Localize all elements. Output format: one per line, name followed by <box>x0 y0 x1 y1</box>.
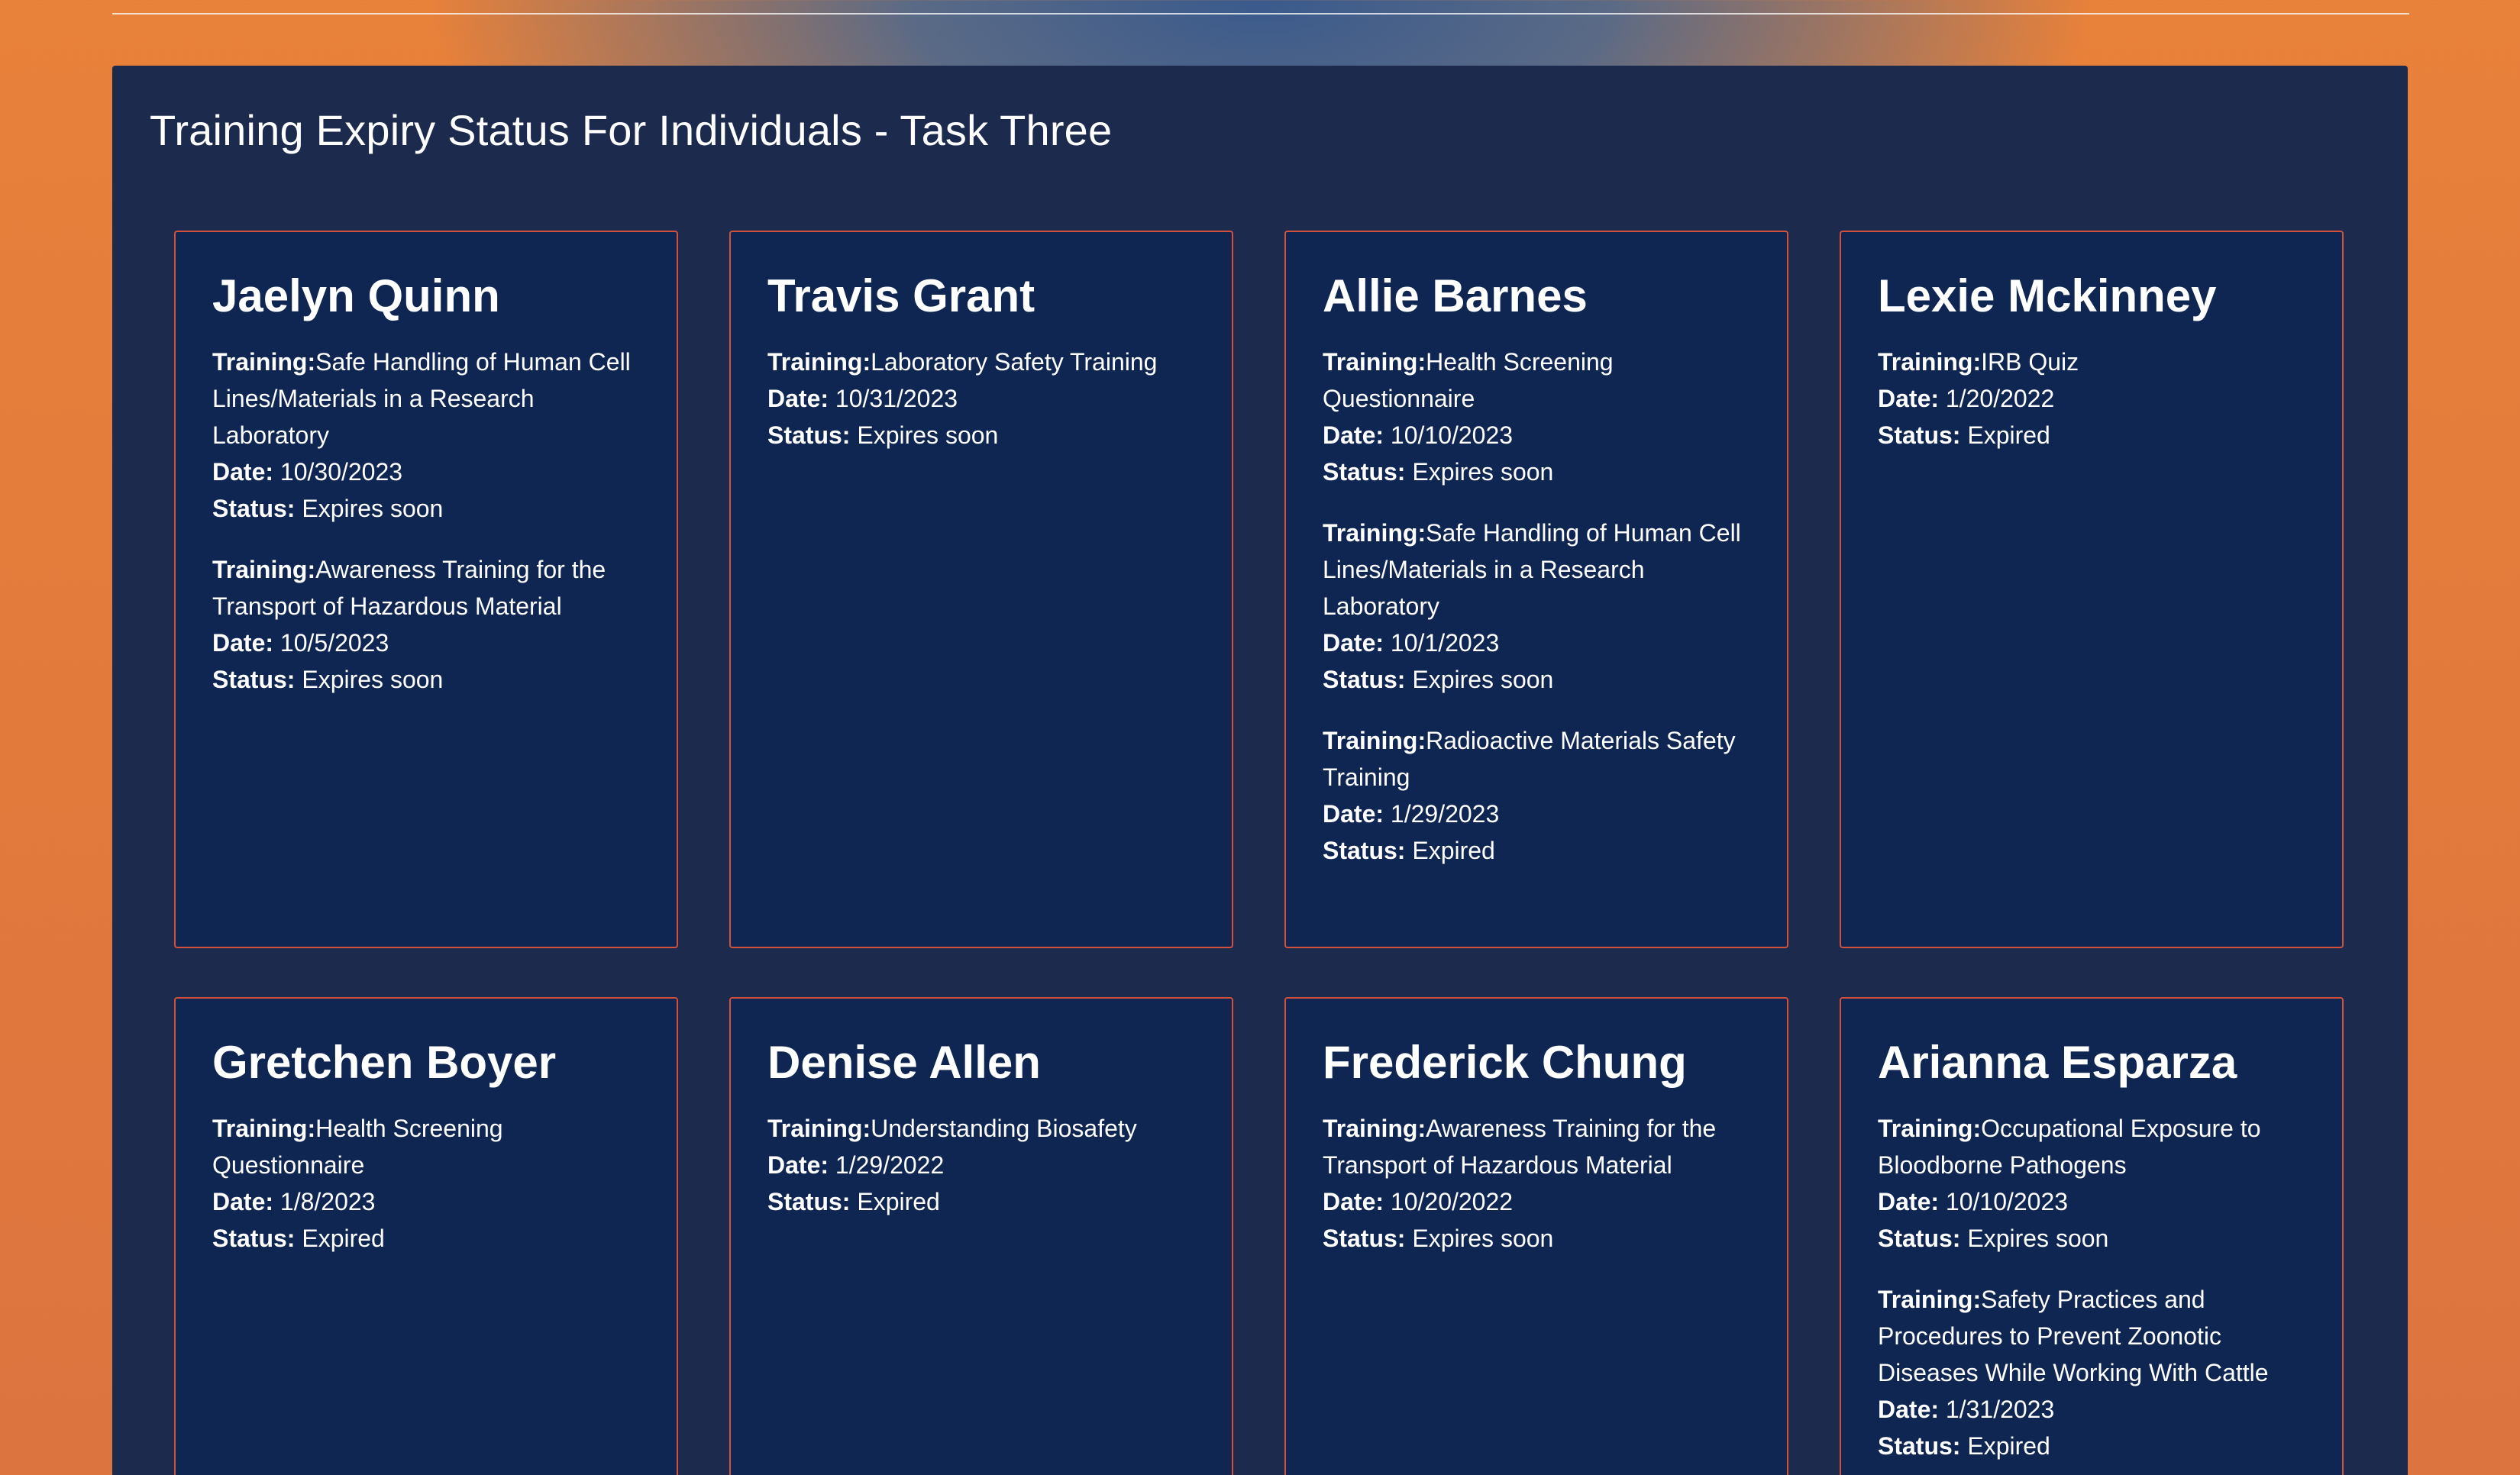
training-status: Expired <box>302 1225 385 1252</box>
training-entry: Training:IRB Quiz Date: 1/20/2022 Status… <box>1878 344 2305 453</box>
status-label: Status: <box>1323 1225 1406 1252</box>
person-card: Allie Barnes Training:Health Screening Q… <box>1284 231 1788 948</box>
training-label: Training: <box>1323 348 1426 376</box>
training-status: Expired <box>1967 421 2050 449</box>
training-date: 1/31/2023 <box>1945 1396 2055 1423</box>
training-entry: Training:Safe Handling of Human Cell Lin… <box>212 344 640 527</box>
training-label: Training: <box>212 556 316 583</box>
date-label: Date: <box>1878 1188 1940 1215</box>
date-label: Date: <box>767 1151 829 1179</box>
training-label: Training: <box>1323 519 1426 547</box>
training-status: Expires soon <box>302 495 444 522</box>
date-label: Date: <box>1878 385 1940 412</box>
training-date: 1/8/2023 <box>279 1188 376 1215</box>
status-label: Status: <box>212 495 296 522</box>
training-entry: Training:Health Screening Questionnaire … <box>212 1110 640 1257</box>
person-name: Denise Allen <box>767 1037 1041 1088</box>
status-label: Status: <box>212 666 296 693</box>
training-date: 1/20/2022 <box>1945 385 2055 412</box>
person-name: Travis Grant <box>767 270 1035 321</box>
status-label: Status: <box>1323 666 1406 693</box>
person-card: Arianna Esparza Training:Occupational Ex… <box>1840 997 2344 1475</box>
person-name: Allie Barnes <box>1323 270 1588 321</box>
training-date: 10/1/2023 <box>1390 629 1500 657</box>
training-status: Expired <box>1412 837 1495 864</box>
person-name: Gretchen Boyer <box>212 1037 557 1088</box>
training-entry: Training:Safe Handling of Human Cell Lin… <box>1323 515 1750 698</box>
training-name: Laboratory Safety Training <box>871 348 1158 376</box>
training-label: Training: <box>1878 1286 1982 1313</box>
training-label: Training: <box>1878 1115 1982 1142</box>
training-status: Expires soon <box>302 666 444 693</box>
date-label: Date: <box>1323 629 1384 657</box>
training-entry: Training:Laboratory Safety Training Date… <box>767 344 1195 453</box>
training-date: 10/30/2023 <box>279 458 403 486</box>
training-entry: Training:Radioactive Materials Safety Tr… <box>1323 722 1750 869</box>
training-label: Training: <box>767 1115 871 1142</box>
training-label: Training: <box>212 348 316 376</box>
training-name: Understanding Biosafety <box>871 1115 1137 1142</box>
training-date: 10/10/2023 <box>1945 1188 2069 1215</box>
date-label: Date: <box>212 1188 274 1215</box>
training-status: Expires soon <box>1412 458 1554 486</box>
training-label: Training: <box>767 348 871 376</box>
training-status: Expired <box>857 1188 940 1215</box>
person-card: Denise Allen Training:Understanding Bios… <box>729 997 1233 1475</box>
status-label: Status: <box>767 421 851 449</box>
person-name: Arianna Esparza <box>1878 1037 2237 1088</box>
training-status: Expires soon <box>1967 1225 2109 1252</box>
training-label: Training: <box>1323 1115 1426 1142</box>
training-status-panel: Training Expiry Status For Individuals -… <box>112 66 2408 1475</box>
training-date: 10/31/2023 <box>835 385 958 412</box>
status-label: Status: <box>212 1225 296 1252</box>
status-label: Status: <box>767 1188 851 1215</box>
training-label: Training: <box>1323 727 1426 754</box>
date-label: Date: <box>212 458 274 486</box>
date-label: Date: <box>1323 1188 1384 1215</box>
status-label: Status: <box>1878 1432 1961 1460</box>
person-name: Lexie Mckinney <box>1878 270 2217 321</box>
training-date: 10/10/2023 <box>1390 421 1514 449</box>
top-divider <box>112 13 2409 15</box>
person-name: Jaelyn Quinn <box>212 270 500 321</box>
training-entry: Training:Awareness Training for the Tran… <box>1323 1110 1750 1257</box>
training-status: Expired <box>1967 1432 2050 1460</box>
person-card: Lexie Mckinney Training:IRB Quiz Date: 1… <box>1840 231 2344 948</box>
person-card: Jaelyn Quinn Training:Safe Handling of H… <box>174 231 678 948</box>
status-label: Status: <box>1878 421 1961 449</box>
training-entry: Training:Understanding Biosafety Date: 1… <box>767 1110 1195 1220</box>
training-date: 10/5/2023 <box>279 629 389 657</box>
training-entry: Training:Safety Practices and Procedures… <box>1878 1281 2305 1464</box>
training-status: Expires soon <box>1412 666 1554 693</box>
training-date: 1/29/2023 <box>1390 800 1500 828</box>
training-status: Expires soon <box>1412 1225 1554 1252</box>
person-name: Frederick Chung <box>1323 1037 1687 1088</box>
training-name: IRB Quiz <box>1981 348 2079 376</box>
status-label: Status: <box>1323 837 1406 864</box>
page-title: Training Expiry Status For Individuals -… <box>150 106 1113 154</box>
training-label: Training: <box>1878 348 1982 376</box>
person-card: Gretchen Boyer Training:Health Screening… <box>174 997 678 1475</box>
training-status: Expires soon <box>857 421 999 449</box>
date-label: Date: <box>1323 421 1384 449</box>
training-date: 1/29/2022 <box>835 1151 945 1179</box>
training-entry: Training:Health Screening Questionnaire … <box>1323 344 1750 490</box>
date-label: Date: <box>212 629 274 657</box>
date-label: Date: <box>1323 800 1384 828</box>
training-date: 10/20/2022 <box>1390 1188 1514 1215</box>
person-card: Travis Grant Training:Laboratory Safety … <box>729 231 1233 948</box>
status-label: Status: <box>1878 1225 1961 1252</box>
date-label: Date: <box>1878 1396 1940 1423</box>
date-label: Date: <box>767 385 829 412</box>
status-label: Status: <box>1323 458 1406 486</box>
training-entry: Training:Occupational Exposure to Bloodb… <box>1878 1110 2305 1257</box>
training-label: Training: <box>212 1115 316 1142</box>
person-card: Frederick Chung Training:Awareness Train… <box>1284 997 1788 1475</box>
training-entry: Training:Awareness Training for the Tran… <box>212 551 640 698</box>
